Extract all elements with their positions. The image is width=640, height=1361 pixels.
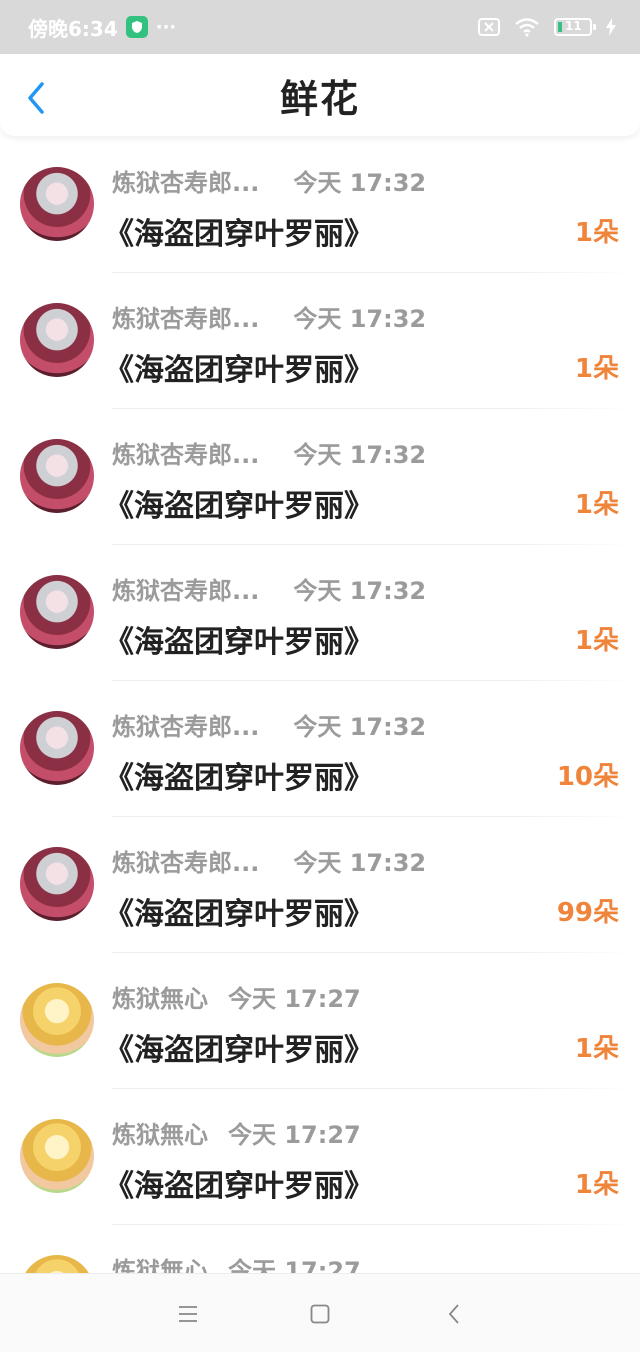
avatar-red-hair[interactable]	[20, 167, 94, 241]
avatar-red-hair[interactable]	[20, 303, 94, 377]
book-title: 《海盗团穿叶罗丽》	[104, 489, 374, 524]
sender-name: 炼狱無心	[112, 985, 208, 1013]
avatar-red-hair[interactable]	[20, 439, 94, 513]
no-sim-icon	[478, 18, 500, 36]
row-meta: 炼狱杏寿郎... 今天 17:32	[112, 843, 426, 878]
header: 鲜花	[0, 54, 640, 136]
book-title: 《海盗团穿叶罗丽》	[104, 1033, 374, 1068]
avatar-red-hair[interactable]	[20, 711, 94, 785]
book-title: 《海盗团穿叶罗丽》	[104, 761, 374, 796]
charging-bolt-icon	[606, 18, 616, 36]
back-arrow-icon[interactable]	[22, 80, 50, 116]
list-item[interactable]: 炼狱杏寿郎... 今天 17:32 《海盗团穿叶罗丽》 99朵	[0, 817, 640, 953]
app-notification-icon	[125, 16, 148, 38]
flower-count: 99朵	[556, 898, 619, 928]
gift-time: 今天 17:32	[293, 169, 427, 197]
sender-name: 炼狱杏寿郎...	[112, 305, 260, 333]
gift-time: 今天 17:32	[293, 305, 427, 333]
list-item[interactable]: 炼狱杏寿郎... 今天 17:32 《海盗团穿叶罗丽》 10朵	[0, 681, 640, 817]
list-item[interactable]: 炼狱杏寿郎... 今天 17:32 《海盗团穿叶罗丽》 1朵	[0, 409, 640, 545]
row-meta: 炼狱杏寿郎... 今天 17:32	[112, 299, 426, 334]
menu-icon[interactable]	[168, 1296, 208, 1332]
sender-name: 炼狱杏寿郎...	[112, 849, 260, 877]
page-title: 鲜花	[279, 76, 360, 121]
flower-count: 1朵	[574, 1034, 619, 1064]
row-meta: 炼狱無心 今天 17:27	[112, 1115, 361, 1150]
row-meta: 炼狱杏寿郎... 今天 17:32	[112, 571, 426, 606]
status-time: 傍晚6:34	[28, 16, 118, 41]
avatar-blonde[interactable]	[20, 1119, 94, 1193]
sender-name: 炼狱杏寿郎...	[112, 169, 260, 197]
sender-name: 炼狱無心	[112, 1121, 208, 1149]
avatar-red-hair[interactable]	[20, 847, 94, 921]
status-right: 11	[478, 17, 616, 37]
gift-time: 今天 17:32	[293, 441, 427, 469]
avatar-blonde[interactable]	[20, 983, 94, 1057]
battery-level: 11	[565, 19, 582, 33]
gift-time: 今天 17:27	[228, 1121, 361, 1149]
list-item[interactable]: 炼狱無心 今天 17:27 《海盗团穿叶罗丽》 1朵	[0, 1089, 640, 1225]
sender-name: 炼狱杏寿郎...	[112, 577, 260, 605]
flower-count: 1朵	[574, 1170, 619, 1200]
status-bar: 傍晚6:34 ··· 11	[0, 0, 640, 54]
list-item[interactable]: 炼狱杏寿郎... 今天 17:32 《海盗团穿叶罗丽》 1朵	[0, 273, 640, 409]
list-item[interactable]: 炼狱杏寿郎... 今天 17:32 《海盗团穿叶罗丽》 1朵	[0, 545, 640, 681]
row-meta: 炼狱杏寿郎... 今天 17:32	[112, 707, 426, 742]
row-meta: 炼狱無心 今天 17:27	[112, 979, 361, 1014]
row-meta: 炼狱杏寿郎... 今天 17:32	[112, 435, 426, 470]
flower-count: 10朵	[556, 762, 619, 792]
book-title: 《海盗团穿叶罗丽》	[104, 897, 374, 932]
gift-time: 今天 17:32	[293, 713, 427, 741]
avatar-red-hair[interactable]	[20, 575, 94, 649]
sender-name: 炼狱杏寿郎...	[112, 713, 260, 741]
gift-list: 炼狱杏寿郎... 今天 17:32 《海盗团穿叶罗丽》 1朵 炼狱杏寿郎... …	[0, 137, 640, 1361]
gift-time: 今天 17:32	[293, 849, 427, 877]
status-left: 傍晚6:34 ···	[28, 13, 176, 42]
flower-count: 1朵	[574, 626, 619, 656]
flower-count: 1朵	[574, 490, 619, 520]
battery-icon: 11	[554, 18, 596, 36]
book-title: 《海盗团穿叶罗丽》	[104, 353, 374, 388]
wifi-icon	[515, 18, 539, 37]
book-title: 《海盗团穿叶罗丽》	[104, 1169, 374, 1204]
flower-count: 1朵	[574, 354, 619, 384]
sender-name: 炼狱杏寿郎...	[112, 441, 260, 469]
flower-count: 1朵	[574, 218, 619, 248]
book-title: 《海盗团穿叶罗丽》	[104, 217, 374, 252]
gift-time: 今天 17:32	[293, 577, 427, 605]
list-item[interactable]: 炼狱杏寿郎... 今天 17:32 《海盗团穿叶罗丽》 1朵	[0, 137, 640, 273]
home-square-icon[interactable]	[300, 1296, 340, 1332]
list-item[interactable]: 炼狱無心 今天 17:27 《海盗团穿叶罗丽》 1朵	[0, 953, 640, 1089]
gift-time: 今天 17:27	[228, 985, 361, 1013]
back-chevron-icon[interactable]	[434, 1296, 474, 1332]
book-title: 《海盗团穿叶罗丽》	[104, 625, 374, 660]
row-meta: 炼狱杏寿郎... 今天 17:32	[112, 163, 426, 198]
system-nav-bar	[0, 1273, 640, 1352]
status-more-dots: ···	[155, 16, 177, 38]
